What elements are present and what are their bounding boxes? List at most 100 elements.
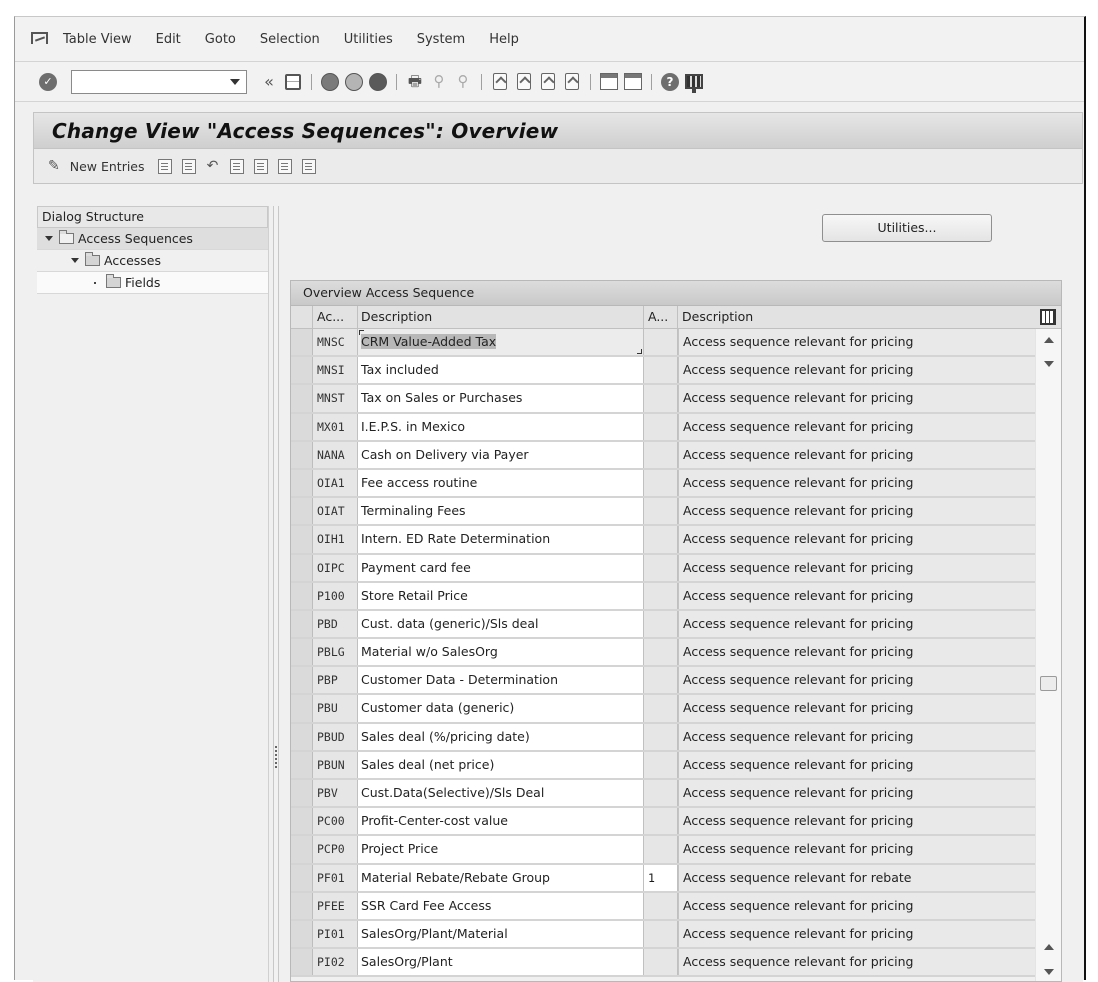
description-field[interactable]: Tax on Sales or Purchases	[358, 385, 644, 412]
customize-layout-icon[interactable]	[684, 72, 704, 93]
description-field[interactable]: Terminaling Fees	[358, 498, 644, 525]
row-selector[interactable]	[291, 836, 313, 863]
expand-triangle-icon[interactable]	[71, 258, 79, 263]
table-row[interactable]: OIH1 Intern. ED Rate Determination Acces…	[291, 526, 1061, 555]
column-header-category-description[interactable]: Description	[678, 306, 1035, 328]
deselect-all-icon[interactable]	[277, 158, 292, 174]
copy-as-icon[interactable]	[157, 158, 172, 174]
save-icon[interactable]	[283, 72, 303, 92]
delete-icon[interactable]	[181, 158, 196, 174]
new-entries-button[interactable]: ✎ New Entries	[48, 158, 145, 174]
access-category-field[interactable]	[644, 413, 678, 440]
menu-edit[interactable]: Edit	[156, 32, 181, 47]
command-field[interactable]	[71, 69, 247, 94]
table-row[interactable]: PCP0 Project Price Access sequence relev…	[291, 836, 1061, 865]
menu-help[interactable]: Help	[489, 32, 519, 47]
row-selector[interactable]	[291, 920, 313, 948]
access-category-field[interactable]	[644, 526, 678, 553]
tree-item-access-sequences[interactable]: Access Sequences	[37, 228, 268, 250]
access-category-field[interactable]	[644, 892, 678, 919]
select-all-icon[interactable]	[229, 158, 244, 174]
table-row[interactable]: OIPC Payment card fee Access sequence re…	[291, 554, 1061, 583]
table-settings-button[interactable]	[1035, 306, 1061, 328]
access-category-field[interactable]	[644, 582, 678, 609]
row-selector[interactable]	[291, 582, 313, 609]
row-selector[interactable]	[291, 892, 313, 919]
description-field[interactable]: SSR Card Fee Access	[358, 892, 644, 919]
table-row[interactable]: PI02 SalesOrg/Plant Access sequence rele…	[291, 949, 1061, 978]
expand-triangle-icon[interactable]	[45, 236, 53, 241]
last-page-icon[interactable]	[562, 72, 582, 92]
row-selector[interactable]	[291, 751, 313, 778]
row-selector[interactable]	[291, 949, 313, 976]
description-field[interactable]: SalesOrg/Plant/Material	[358, 920, 644, 948]
print-icon[interactable]: 🖶	[405, 72, 425, 92]
menu-system[interactable]: System	[417, 32, 465, 47]
row-selector[interactable]	[291, 385, 313, 412]
splitter-grip[interactable]	[275, 746, 277, 768]
table-row[interactable]: PBV Cust.Data(Selective)/Sls Deal Access…	[291, 780, 1061, 809]
column-header-access-sequence[interactable]: Ac...	[313, 306, 358, 328]
access-category-field[interactable]	[644, 498, 678, 525]
row-selector[interactable]	[291, 441, 313, 468]
description-field[interactable]: Payment card fee	[358, 554, 644, 581]
find-icon[interactable]: ⚲	[429, 72, 449, 92]
collapse-icon[interactable]: «	[259, 72, 279, 92]
enter-icon[interactable]: ✓	[39, 72, 57, 91]
table-vertical-scrollbar[interactable]	[1035, 329, 1061, 981]
table-row[interactable]: PC00 Profit-Center-cost value Access seq…	[291, 808, 1061, 837]
description-field[interactable]: Project Price	[358, 836, 644, 863]
menu-goto[interactable]: Goto	[205, 32, 236, 47]
description-field[interactable]: Cash on Delivery via Payer	[358, 441, 644, 468]
scroll-down-icon[interactable]	[1044, 361, 1054, 367]
scrollbar-thumb[interactable]	[1040, 676, 1057, 691]
access-category-field[interactable]	[644, 751, 678, 778]
table-row[interactable]: OIAT Terminaling Fees Access sequence re…	[291, 498, 1061, 527]
access-category-field[interactable]	[644, 808, 678, 835]
row-selector[interactable]	[291, 469, 313, 497]
description-field[interactable]: Intern. ED Rate Determination	[358, 526, 644, 553]
description-field[interactable]: Cust. data (generic)/Sls deal	[358, 610, 644, 638]
row-selector[interactable]	[291, 554, 313, 581]
table-row[interactable]: PBUD Sales deal (%/pricing date) Access …	[291, 723, 1061, 752]
access-category-field[interactable]	[644, 836, 678, 863]
table-row[interactable]: PBP Customer Data - Determination Access…	[291, 667, 1061, 696]
description-field[interactable]: SalesOrg/Plant	[358, 949, 644, 976]
description-field[interactable]: I.E.P.S. in Mexico	[358, 413, 644, 440]
table-row[interactable]: PI01 SalesOrg/Plant/Material Access sequ…	[291, 920, 1061, 950]
table-row[interactable]: OIA1 Fee access routine Access sequence …	[291, 469, 1061, 499]
exit-icon[interactable]	[344, 72, 364, 92]
access-category-field[interactable]	[644, 554, 678, 581]
table-row[interactable]: MNSI Tax included Access sequence releva…	[291, 357, 1061, 386]
description-field[interactable]: Fee access routine	[358, 469, 644, 497]
access-category-field[interactable]	[644, 949, 678, 976]
access-category-field[interactable]	[644, 920, 678, 948]
undo-change-icon[interactable]: ↶	[203, 156, 223, 176]
access-category-field[interactable]	[644, 667, 678, 694]
row-selector[interactable]	[291, 610, 313, 638]
row-selector[interactable]	[291, 329, 313, 356]
back-icon[interactable]	[320, 72, 340, 92]
description-field[interactable]: CRM Value-Added Tax	[358, 329, 644, 356]
table-row[interactable]: MNST Tax on Sales or Purchases Access se…	[291, 385, 1061, 414]
column-header-description[interactable]: Description	[358, 306, 644, 328]
scroll-page-up-icon[interactable]	[1044, 944, 1054, 950]
cancel-icon[interactable]	[368, 72, 388, 92]
row-selector[interactable]	[291, 864, 313, 891]
previous-page-icon[interactable]	[514, 72, 534, 92]
row-selector[interactable]	[291, 667, 313, 694]
row-selector[interactable]	[291, 357, 313, 384]
utilities-button[interactable]: Utilities...	[822, 214, 992, 242]
find-next-icon[interactable]: ⚲	[453, 72, 473, 92]
tree-item-fields[interactable]: Fields	[37, 272, 268, 294]
menu-selection[interactable]: Selection	[260, 32, 320, 47]
menu-icon[interactable]	[31, 32, 49, 46]
select-all-column[interactable]	[291, 306, 313, 328]
table-settings-icon[interactable]	[1040, 309, 1056, 325]
description-field[interactable]: Sales deal (%/pricing date)	[358, 723, 644, 750]
access-category-field[interactable]	[644, 329, 678, 356]
access-category-field[interactable]	[644, 441, 678, 468]
row-selector[interactable]	[291, 808, 313, 835]
row-selector[interactable]	[291, 526, 313, 553]
table-row[interactable]: PF01 Material Rebate/Rebate Group 1 Acce…	[291, 864, 1061, 893]
